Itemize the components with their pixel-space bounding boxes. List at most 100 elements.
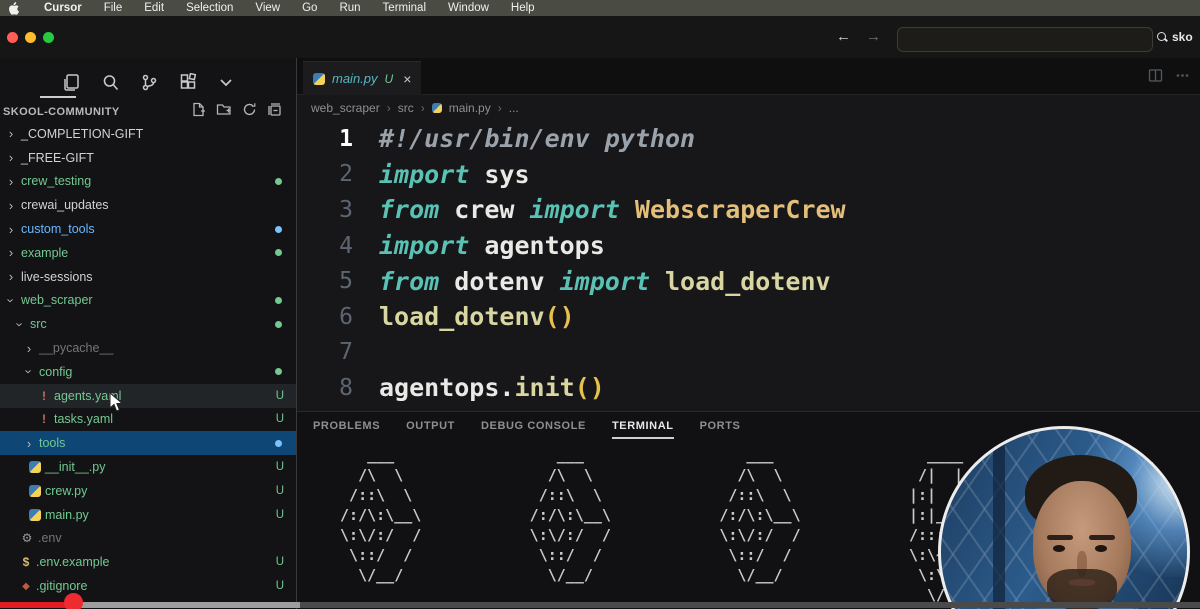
breadcrumb-item[interactable]: web_scraper [311,101,380,115]
line-number: 2 [297,161,379,187]
more-actions-icon[interactable] [1175,68,1190,88]
traffic-light-minimize[interactable] [25,32,36,43]
tree-item-main-py[interactable]: main.pyU [0,503,296,527]
video-progress-bar[interactable] [0,599,1200,609]
activity-bar [0,64,296,100]
line-number: 3 [297,197,379,223]
menu-item-window[interactable]: Window [437,2,500,14]
search-icon[interactable] [101,73,120,92]
chevron-expanded-icon: › [13,318,28,330]
menu-item-edit[interactable]: Edit [133,2,175,14]
tree-item-example[interactable]: ›example [0,241,296,265]
breadcrumb-separator: › [498,101,502,115]
menu-item-selection[interactable]: Selection [175,2,244,14]
code-token: agentops [484,231,604,260]
tree-item-label: .env.example [36,555,109,569]
code-token: from [379,267,454,296]
tree-item--env[interactable]: ⚙ .env [0,527,296,551]
panel-tab-bar: PROBLEMS OUTPUT DEBUG CONSOLE TERMINAL PORTS [297,412,741,439]
menu-item-view[interactable]: View [244,2,291,14]
chevron-down-icon[interactable] [218,74,234,90]
tree-item--free-gift[interactable]: ›_FREE-GIFT [0,146,296,170]
tab-main-py[interactable]: main.py U × [303,61,421,95]
menu-item-file[interactable]: File [93,2,134,14]
tree-item-custom-tools[interactable]: ›custom_tools [0,217,296,241]
line-number: 5 [297,268,379,294]
git-change-dot [275,368,282,375]
source-control-icon[interactable] [140,73,159,92]
panel-tab-problems[interactable]: PROBLEMS [313,420,380,432]
tree-item-config[interactable]: ›config [0,360,296,384]
settings-file-icon: ⚙ [20,531,34,545]
progress-scrubber[interactable] [64,593,83,609]
breadcrumb-item[interactable]: main.py [449,101,491,115]
tree-item-label: __pycache__ [39,341,113,355]
macos-menu-bar: CursorFileEditSelectionViewGoRunTerminal… [0,0,1200,16]
code-text: import sys [379,160,530,189]
tree-item--init-py[interactable]: __init__.pyU [0,455,296,479]
titlebar-search-box[interactable] [897,27,1153,52]
code-line: 4import agentops [297,228,1200,264]
tree-item-agents-yaml[interactable]: !agents.yamlU [0,384,296,408]
new-folder-icon[interactable] [216,102,232,122]
breadcrumb[interactable]: web_scraper›src›main.py›... [297,95,1200,121]
menu-item-go[interactable]: Go [291,2,328,14]
tree-item--completion-gift[interactable]: ›_COMPLETION-GIFT [0,122,296,146]
split-editor-icon[interactable] [1148,68,1163,88]
tree-item-tasks-yaml[interactable]: !tasks.yamlU [0,408,296,432]
tree-item-src[interactable]: ›src [0,312,296,336]
chevron-collapsed-icon: › [5,198,17,213]
code-line: 8agentops.init() [297,370,1200,406]
shell-file-icon: $ [20,555,32,569]
code-line: 1#!/usr/bin/env python [297,121,1200,157]
tree-item--pycache-[interactable]: ›__pycache__ [0,336,296,360]
menu-item-help[interactable]: Help [500,2,546,14]
code-text: load_dotenv() [379,302,575,331]
panel-tab-terminal[interactable]: TERMINAL [612,420,674,432]
explorer-section-header[interactable]: SKOOL-COMMUNITY [0,102,296,122]
explorer-icon[interactable] [62,73,81,92]
code-line: 2import sys [297,157,1200,193]
tree-item-crewai-updates[interactable]: ›crewai_updates [0,193,296,217]
refresh-icon[interactable] [242,102,257,122]
line-number: 7 [297,339,379,365]
panel-tab-output[interactable]: OUTPUT [406,420,455,432]
tree-item-label: .env [38,531,62,545]
tree-item-tools[interactable]: ›tools [0,431,296,455]
code-area[interactable]: 1#!/usr/bin/env python2import sys3from c… [297,121,1200,411]
window-title-bar: ← → sko [0,16,1200,58]
titlebar-search-shortcut[interactable]: sko [1157,30,1193,44]
traffic-light-close[interactable] [7,32,18,43]
traffic-light-zoom[interactable] [43,32,54,43]
panel-tab-debug-console[interactable]: DEBUG CONSOLE [481,420,586,432]
tree-item-web-scraper[interactable]: ›web_scraper [0,289,296,313]
back-arrow-icon[interactable]: ← [836,28,851,45]
tree-item--env-example[interactable]: $.env.exampleU [0,550,296,574]
apple-icon[interactable] [8,2,19,15]
tree-item-crew-testing[interactable]: ›crew_testing [0,170,296,194]
tree-item-label: tools [39,436,65,450]
tree-item-crew-py[interactable]: crew.pyU [0,479,296,503]
code-token: import [379,160,484,189]
panel-tab-ports[interactable]: PORTS [700,420,741,432]
code-token: agentops [379,373,499,402]
tree-item-live-sessions[interactable]: ›live-sessions [0,265,296,289]
breadcrumb-item[interactable]: ... [509,101,519,115]
chevron-expanded-icon: › [4,294,19,306]
menu-item-run[interactable]: Run [328,2,371,14]
extensions-icon[interactable] [179,73,198,92]
editor-group: main.py U × web_scraper›src›main.py›... … [297,58,1200,411]
code-text: from dotenv import load_dotenv [379,267,831,296]
code-token: sys [484,160,529,189]
code-line: 5from dotenv import load_dotenv [297,263,1200,299]
code-token: load_dotenv [379,302,545,331]
menu-item-cursor[interactable]: Cursor [33,2,93,14]
menu-item-terminal[interactable]: Terminal [372,2,437,14]
code-token: () [545,302,575,331]
collapse-all-icon[interactable] [267,102,282,122]
tab-close-icon[interactable]: × [403,71,411,87]
breadcrumb-item[interactable]: src [398,101,414,115]
forward-arrow-icon[interactable]: → [866,28,881,45]
new-file-icon[interactable] [191,102,206,122]
tree-item--gitignore[interactable]: ◆.gitignoreU [0,574,296,598]
